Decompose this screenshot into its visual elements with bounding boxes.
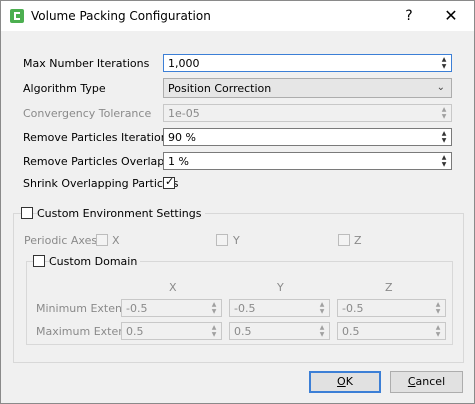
max-z-spinner: ▲ ▼ xyxy=(432,324,444,338)
title-bar: Volume Packing Configuration ? ✕ xyxy=(1,1,474,31)
algorithm-dropdown[interactable]: Position Correction ⌄ xyxy=(163,78,452,98)
periodic-y-label: Y xyxy=(233,234,240,247)
spin-down-icon: ▼ xyxy=(211,308,217,315)
remove-overlap-input[interactable]: 1 % ▲ ▼ xyxy=(163,152,452,170)
spin-down-icon: ▼ xyxy=(441,113,447,120)
max-iterations-value: 1,000 xyxy=(168,57,200,70)
spin-up-icon[interactable]: ▲ xyxy=(438,56,450,63)
min-y-spinner: ▲ ▼ xyxy=(316,301,328,315)
periodic-axes-label: Periodic Axes xyxy=(24,234,98,247)
remove-overlap-value: 1 % xyxy=(168,155,189,168)
min-y-input: -0.5 ▲ ▼ xyxy=(229,299,330,317)
column-y-header: Y xyxy=(277,281,284,294)
close-button[interactable]: ✕ xyxy=(439,6,463,26)
min-x-value: -0.5 xyxy=(126,302,148,315)
column-x-header: X xyxy=(169,281,177,294)
help-button[interactable]: ? xyxy=(399,6,419,26)
max-iterations-label: Max Number Iterations xyxy=(23,57,150,70)
periodic-x-label: X xyxy=(112,234,120,247)
max-y-input: 0.5 ▲ ▼ xyxy=(229,322,330,340)
min-z-input: -0.5 ▲ ▼ xyxy=(337,299,446,317)
min-y-value: -0.5 xyxy=(234,302,256,315)
max-x-spinner: ▲ ▼ xyxy=(208,324,220,338)
minimum-extent-label: Minimum Extent xyxy=(36,302,127,315)
spin-up-icon: ▲ xyxy=(319,324,325,331)
max-iterations-spinner[interactable]: ▲ ▼ xyxy=(438,56,450,70)
spin-down-icon: ▼ xyxy=(435,331,441,338)
spin-up-icon: ▲ xyxy=(211,324,217,331)
checkmark-icon: ✓ xyxy=(165,175,175,188)
remove-iteration-spinner[interactable]: ▲ ▼ xyxy=(438,130,450,144)
max-z-value: 0.5 xyxy=(342,325,360,338)
spin-up-icon[interactable]: ▲ xyxy=(438,154,450,161)
custom-environment-label: Custom Environment Settings xyxy=(37,207,205,220)
spin-up-icon: ▲ xyxy=(211,301,217,308)
spin-down-icon: ▼ xyxy=(319,331,325,338)
spin-down-icon[interactable]: ▼ xyxy=(438,161,450,168)
max-y-spinner: ▲ ▼ xyxy=(316,324,328,338)
spin-down-icon: ▼ xyxy=(211,331,217,338)
max-y-value: 0.5 xyxy=(234,325,252,338)
periodic-x-checkbox xyxy=(96,234,108,246)
tolerance-input: 1e-05 ▲ ▼ xyxy=(163,104,452,122)
spin-down-icon[interactable]: ▼ xyxy=(438,137,450,144)
max-z-input: 0.5 ▲ ▼ xyxy=(337,322,446,340)
min-z-spinner: ▲ ▼ xyxy=(432,301,444,315)
max-iterations-input[interactable]: 1,000 ▲ ▼ xyxy=(163,54,452,72)
remove-iteration-label: Remove Particles Iteration xyxy=(23,131,168,144)
dialog-window: Volume Packing Configuration ? ✕ Max Num… xyxy=(0,0,475,404)
min-z-value: -0.5 xyxy=(342,302,364,315)
tolerance-label: Convergency Tolerance xyxy=(23,107,152,120)
cancel-mnemonic: C xyxy=(407,375,416,388)
spin-up-icon: ▲ xyxy=(435,324,441,331)
column-z-header: Z xyxy=(385,281,393,294)
maximum-extent-label: Maximum Extent xyxy=(36,325,130,338)
app-logo-icon xyxy=(10,9,24,23)
custom-domain-label: Custom Domain xyxy=(49,255,141,268)
window-title: Volume Packing Configuration xyxy=(31,9,211,23)
chevron-down-icon: ⌄ xyxy=(436,82,445,93)
remove-overlap-spinner[interactable]: ▲ ▼ xyxy=(438,154,450,168)
periodic-y-checkbox xyxy=(216,234,228,246)
ok-button[interactable]: OK xyxy=(309,371,381,393)
max-x-value: 0.5 xyxy=(126,325,144,338)
remove-overlap-label: Remove Particles Overlap xyxy=(23,155,165,168)
algorithm-value: Position Correction xyxy=(168,82,272,95)
spin-up-icon: ▲ xyxy=(435,301,441,308)
spin-up-icon: ▲ xyxy=(319,301,325,308)
periodic-z-label: Z xyxy=(354,234,362,247)
spin-up-icon: ▲ xyxy=(441,106,447,113)
ok-label-rest: K xyxy=(345,375,353,388)
tolerance-value: 1e-05 xyxy=(168,107,200,120)
custom-environment-checkbox[interactable] xyxy=(21,207,33,219)
shrink-checkbox[interactable]: ✓ xyxy=(163,175,175,189)
max-x-input: 0.5 ▲ ▼ xyxy=(121,322,222,340)
min-x-input: -0.5 ▲ ▼ xyxy=(121,299,222,317)
min-x-spinner: ▲ ▼ xyxy=(208,301,220,315)
spin-down-icon[interactable]: ▼ xyxy=(438,63,450,70)
shrink-label: Shrink Overlapping Particles xyxy=(23,177,179,190)
custom-domain-checkbox[interactable] xyxy=(33,255,45,267)
tolerance-spinner: ▲ ▼ xyxy=(438,106,450,120)
algorithm-label: Algorithm Type xyxy=(23,82,106,95)
remove-iteration-value: 90 % xyxy=(168,131,196,144)
cancel-button[interactable]: Cancel xyxy=(390,371,463,393)
spin-down-icon: ▼ xyxy=(319,308,325,315)
periodic-z-checkbox xyxy=(338,234,350,246)
cancel-label-rest: ancel xyxy=(415,375,446,388)
ok-mnemonic: O xyxy=(337,375,346,388)
spin-up-icon[interactable]: ▲ xyxy=(438,130,450,137)
spin-down-icon: ▼ xyxy=(435,308,441,315)
remove-iteration-input[interactable]: 90 % ▲ ▼ xyxy=(163,128,452,146)
